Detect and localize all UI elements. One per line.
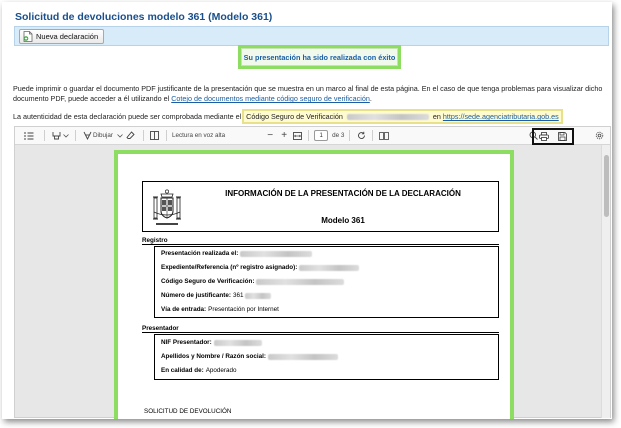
page-count: de 3 [332,132,345,139]
zoom-out-icon[interactable]: − [263,129,277,143]
registro-field: Código Seguro de Verificación: [161,278,345,285]
info-paragraph: Puede imprimir o guardar el documento PD… [13,84,611,104]
toolbar-divider [75,130,76,141]
registro-label: Registro [142,237,168,244]
field-label: Apellidos y Nombre / Razón social: [161,353,266,360]
scrollbar-thumb[interactable] [604,155,609,217]
section-divider [142,244,499,245]
new-document-icon [23,31,33,42]
action-bar: Nueva declaración [14,26,609,46]
redacted-value [244,292,271,299]
field-value: Presentación por Internet [208,306,279,313]
toolbar-divider [142,130,144,141]
toolbar-divider [349,130,351,141]
sede-link[interactable]: https://sede.agenciatributaria.gob.es [443,112,559,121]
field-label: Vía de entrada: [161,306,207,313]
new-declaration-label: Nueva declaración [36,32,99,41]
field-value: 361 [232,292,244,299]
solicitud-heading: SOLICITUD DE DEVOLUCIÓN [144,408,232,415]
toolbar-divider [165,130,167,141]
print-save-group [532,128,574,145]
csv-redacted-value [346,113,429,120]
page-number-input[interactable]: 1 [314,130,329,141]
contents-icon[interactable] [19,129,39,143]
cotejo-link[interactable]: Cotejo de documentos mediante código seg… [171,94,370,103]
presentador-field: En calidad de: Apoderado [161,367,237,374]
read-aloud-button[interactable]: Lectura en voz alta [172,129,225,143]
section-divider [142,332,499,333]
auth-highlight: Código Seguro de Verificación en https:/… [242,109,563,124]
registro-box: Presentación realizada el: Expediente/Re… [154,246,499,318]
auth-prefix: La autenticidad de esta declaración pued… [13,112,242,121]
presentador-box: NIF Presentador: Apellidos y Nombre / Ra… [154,334,499,380]
print-icon[interactable] [538,130,549,144]
presentador-field: Apellidos y Nombre / Razón social: [161,353,338,360]
redacted-value [299,264,360,271]
document-title: INFORMACIÓN DE LA PRESENTACIÓN DE LA DEC… [225,189,461,198]
eraser-icon[interactable] [124,129,138,143]
vertical-scrollbar[interactable] [601,145,610,418]
toolbar-divider [372,130,374,141]
redacted-value [267,353,338,360]
field-label: En calidad de: [161,367,204,374]
registro-field: Expediente/Referencia (nº registro asign… [161,264,360,271]
chevron-down-icon[interactable] [116,129,124,143]
two-page-icon[interactable] [378,129,390,143]
authenticity-line: La autenticidad de esta declaración pued… [13,109,563,124]
draw-label[interactable]: Dibujar [93,129,113,143]
registro-field: Vía de entrada: Presentación por Interne… [161,306,279,313]
pdf-toolbar: Dibujar Lectura en voz alta − + 1 de 3 [15,127,610,145]
new-declaration-button[interactable]: Nueva declaración [19,29,105,44]
highlight-icon[interactable] [50,129,62,143]
success-banner: Su presentación ha sido realizada con éx… [238,45,401,69]
field-label: Presentación realizada el: [161,250,239,257]
document-header: INFORMACIÓN DE LA PRESENTACIÓN DE LA DEC… [142,181,499,232]
field-label: Número de justificante: [161,292,231,299]
fit-width-icon[interactable] [291,129,303,143]
document-model: Modelo 361 [321,216,365,225]
page-title: Solicitud de devoluciones modelo 361 (Mo… [15,11,273,23]
redacted-value [240,250,313,257]
field-label: Código Seguro de Verificación: [161,278,255,285]
redacted-value [213,339,262,346]
save-icon[interactable] [558,130,568,144]
field-value: Apoderado [205,367,237,374]
registro-field: Número de justificante: 361 [161,292,271,299]
presentador-field: NIF Presentador: [161,339,262,346]
presentador-label: Presentador [142,325,179,332]
field-label: NIF Presentador: [161,339,212,346]
pdf-page: INFORMACIÓN DE LA PRESENTACIÓN DE LA DEC… [114,150,514,419]
auth-csv-label: Código Seguro de Verificación [246,112,343,121]
settings-icon[interactable] [592,129,606,143]
toolbar-divider [308,130,310,141]
toolbar-divider [44,130,45,141]
info-text-end: . [369,94,372,103]
zoom-in-icon[interactable]: + [277,129,291,143]
registro-field: Presentación realizada el: [161,250,313,257]
redacted-value [256,278,345,285]
draw-icon[interactable] [81,129,93,143]
app-window: Solicitud de devoluciones modelo 361 (Mo… [2,2,612,419]
success-message: Su presentación ha sido realizada con éx… [241,48,398,66]
spain-coat-of-arms-icon [152,188,182,228]
page-view-icon[interactable] [149,129,161,143]
auth-en: en [432,112,441,121]
field-label: Expediente/Referencia (nº registro asign… [161,264,298,271]
pdf-viewer: Dibujar Lectura en voz alta − + 1 de 3 I… [14,126,611,419]
chevron-down-icon[interactable] [62,129,70,143]
rotate-icon[interactable] [355,129,367,143]
